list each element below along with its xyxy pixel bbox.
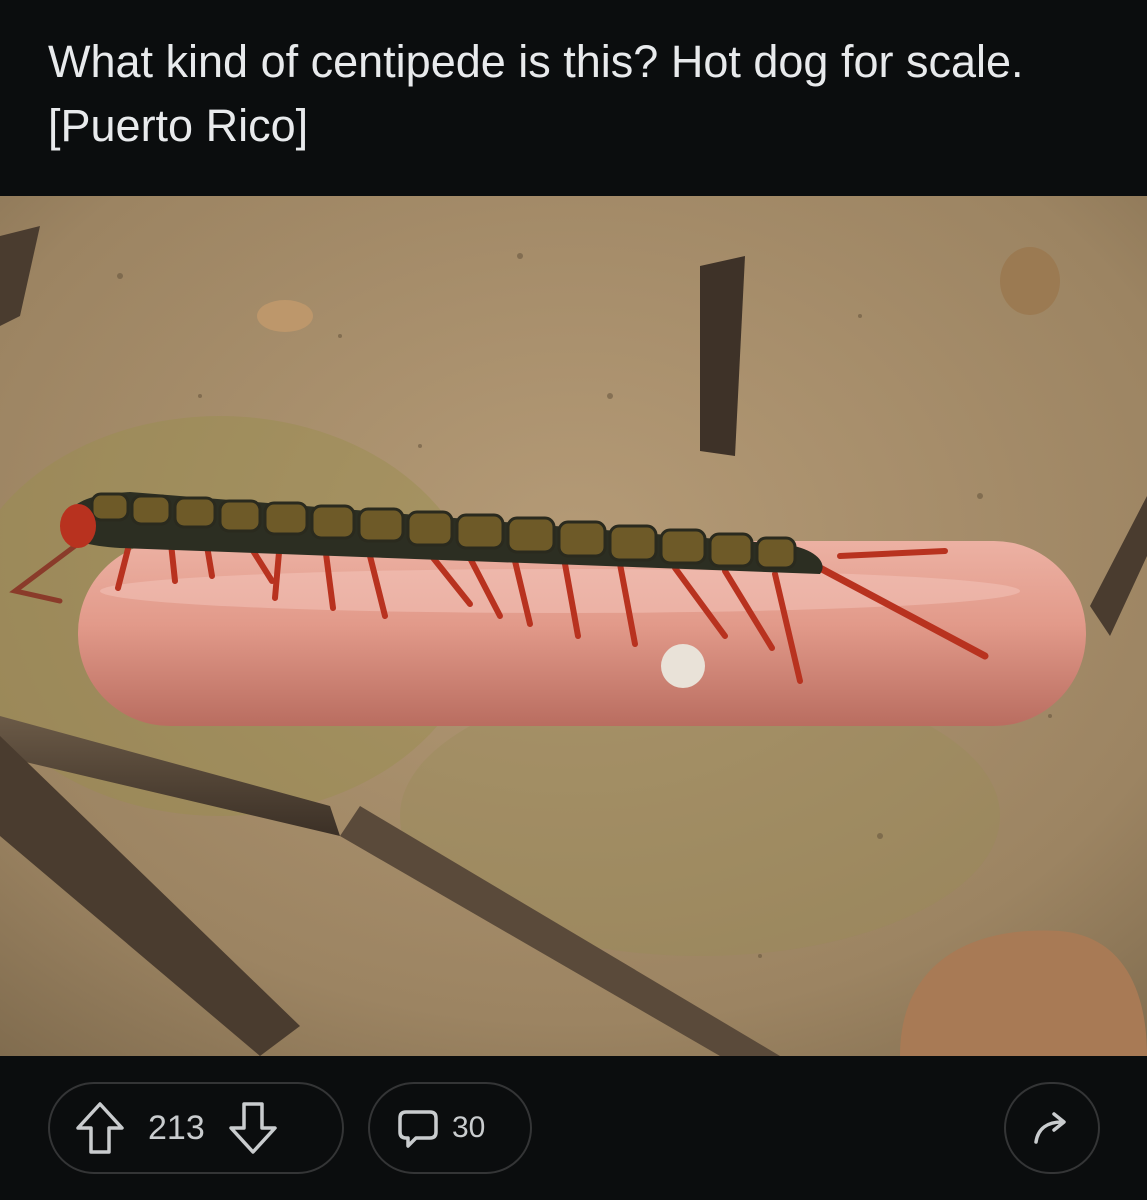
share-arrow-icon xyxy=(1034,1112,1066,1144)
upvote-button[interactable] xyxy=(70,1098,130,1158)
arrow-down-icon xyxy=(228,1102,277,1154)
comment-count: 30 xyxy=(452,1111,486,1144)
vote-count: 213 xyxy=(148,1108,205,1147)
downvote-button[interactable] xyxy=(223,1098,283,1158)
vote-control: 213 xyxy=(48,1082,344,1174)
arrow-up-icon xyxy=(76,1102,124,1154)
post-title[interactable]: What kind of centipede is this? Hot dog … xyxy=(48,30,1108,158)
comment-icon-wrap xyxy=(388,1098,448,1158)
comments-button[interactable]: 30 xyxy=(368,1082,532,1174)
share-button[interactable] xyxy=(1004,1082,1100,1174)
post: What kind of centipede is this? Hot dog … xyxy=(0,0,1147,1200)
post-image[interactable] xyxy=(0,196,1147,1056)
speech-bubble-icon xyxy=(398,1110,438,1148)
centipede-photo xyxy=(0,196,1147,1056)
